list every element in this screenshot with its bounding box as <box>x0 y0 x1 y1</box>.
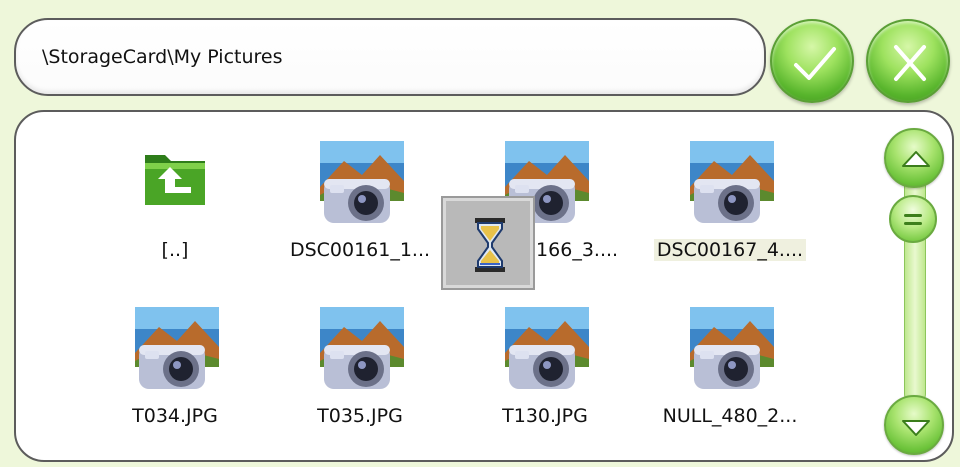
scroll-up-button[interactable] <box>884 128 944 188</box>
file-item-selected[interactable]: DSC00167_4.... <box>640 121 820 271</box>
file-item[interactable]: T034.JPG <box>85 287 265 437</box>
path-text: \StorageCard\My Pictures <box>42 46 283 68</box>
scrollbar-track[interactable] <box>904 154 926 404</box>
camera-photo-icon <box>505 307 589 389</box>
checkmark-icon <box>794 47 836 80</box>
file-item[interactable]: NULL_480_2... <box>640 287 820 437</box>
file-label: DSC00167_4.... <box>640 239 820 261</box>
file-label: [..] <box>161 239 189 261</box>
busy-indicator <box>441 196 535 290</box>
file-label: DSC00161_1... <box>289 239 431 261</box>
scroll-down-button[interactable] <box>884 395 944 455</box>
file-label: T035.JPG <box>317 405 403 427</box>
camera-photo-icon <box>135 307 219 389</box>
camera-photo-icon <box>690 307 774 389</box>
file-item[interactable]: DSC00161_1... <box>270 121 450 271</box>
close-icon <box>894 45 926 81</box>
file-label: T034.JPG <box>132 405 218 427</box>
grip-icon <box>904 214 922 217</box>
camera-photo-icon <box>690 141 774 223</box>
arrow-up-icon <box>902 151 930 167</box>
file-label: NULL_480_2... <box>662 405 798 427</box>
file-item[interactable]: T035.JPG <box>270 287 450 437</box>
cancel-button[interactable] <box>866 19 950 103</box>
file-item[interactable]: T130.JPG <box>455 287 635 437</box>
confirm-button[interactable] <box>770 19 854 103</box>
file-label: T130.JPG <box>502 405 588 427</box>
folder-up-icon <box>145 155 205 205</box>
scrollbar-thumb[interactable] <box>889 195 937 243</box>
hourglass-icon <box>475 218 505 272</box>
camera-photo-icon <box>320 141 404 223</box>
camera-photo-icon <box>320 307 404 389</box>
path-field[interactable]: \StorageCard\My Pictures <box>14 18 766 96</box>
file-item-parent[interactable]: [..] <box>85 121 265 271</box>
arrow-down-icon <box>902 420 930 436</box>
